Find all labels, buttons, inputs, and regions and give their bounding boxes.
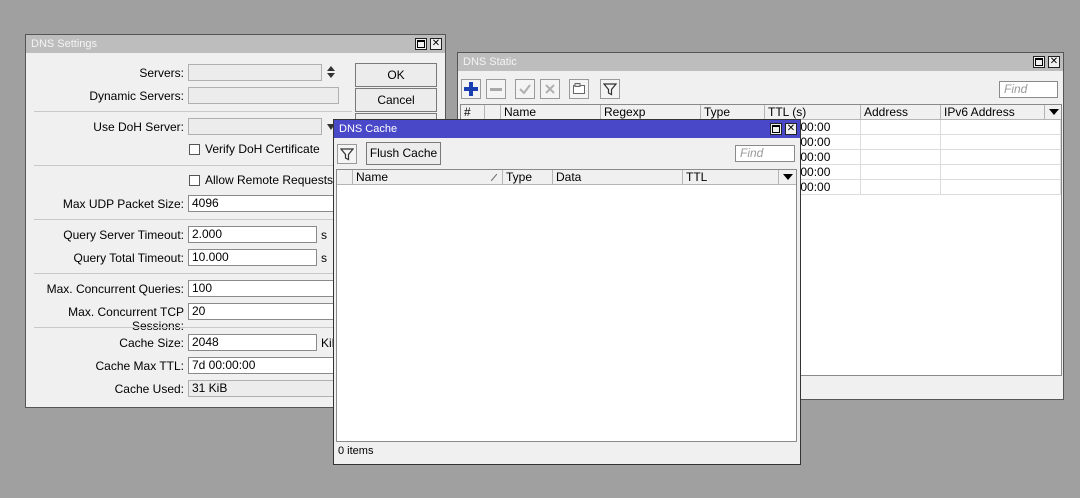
query-total-timeout-unit: s [321, 251, 327, 265]
cache-find-input[interactable]: Find [735, 145, 795, 162]
cache-size-field[interactable]: 2048 [188, 334, 317, 351]
cache-table: Name Type Data TTL [336, 169, 797, 442]
table-row-address[interactable] [861, 150, 941, 165]
cache-size-label: Cache Size: [119, 336, 184, 350]
static-col-ttl[interactable]: TTL (s) [765, 105, 861, 120]
table-row-address[interactable] [861, 165, 941, 180]
note-icon [573, 83, 585, 94]
allow-remote-label: Allow Remote Requests [205, 173, 334, 187]
cache-status: 0 items [338, 445, 374, 457]
static-col-num[interactable]: # [461, 105, 485, 120]
remove-button[interactable] [486, 79, 506, 99]
max-udp-field[interactable]: 4096 [188, 195, 339, 212]
dynamic-servers-label: Dynamic Servers: [89, 89, 184, 103]
dynamic-servers-field [188, 87, 339, 104]
cache-col-ttl[interactable]: TTL [683, 170, 779, 185]
table-row-ipv6[interactable] [941, 150, 1061, 165]
query-server-timeout-unit: s [321, 228, 327, 242]
enable-button[interactable] [515, 79, 535, 99]
servers-field[interactable] [188, 64, 322, 81]
x-icon [545, 84, 555, 94]
maximize-icon[interactable] [415, 38, 427, 50]
cache-used-field: 31 KiB [188, 380, 339, 397]
table-row-ipv6[interactable] [941, 180, 1061, 195]
filter-icon [603, 83, 617, 96]
separator [34, 219, 352, 220]
max-concurrent-queries-field[interactable]: 100 [188, 280, 339, 297]
dns-settings-title: DNS Settings [31, 38, 98, 50]
verify-doh-checkbox[interactable] [189, 144, 200, 155]
max-udp-label: Max UDP Packet Size: [62, 197, 184, 211]
cache-col-name-label: Name [356, 170, 389, 184]
separator [34, 327, 352, 328]
dns-static-title: DNS Static [463, 56, 517, 68]
static-columns-menu[interactable] [1045, 105, 1061, 120]
separator [34, 111, 352, 112]
query-server-timeout-label: Query Server Timeout: [63, 228, 184, 242]
dns-static-titlebar[interactable]: DNS Static ✕ [458, 53, 1063, 71]
close-icon[interactable]: ✕ [430, 38, 442, 50]
doh-server-label: Use DoH Server: [93, 120, 184, 134]
static-col-regexp[interactable]: Regexp [601, 105, 701, 120]
static-col-ipv6[interactable]: IPv6 Address [941, 105, 1045, 120]
sort-icon [491, 174, 497, 181]
maximize-icon[interactable] [1033, 56, 1045, 68]
max-concurrent-queries-label: Max. Concurrent Queries: [46, 282, 184, 296]
cache-max-ttl-field[interactable]: 7d 00:00:00 [188, 357, 339, 374]
servers-label: Servers: [139, 66, 184, 80]
cache-columns-menu[interactable] [779, 170, 796, 185]
flush-cache-button[interactable]: Flush Cache [366, 142, 441, 165]
updown-arrows-icon[interactable] [326, 65, 336, 79]
cache-used-label: Cache Used: [114, 382, 184, 396]
close-icon[interactable]: ✕ [785, 123, 797, 135]
allow-remote-checkbox[interactable] [189, 175, 200, 186]
verify-doh-label: Verify DoH Certificate [205, 142, 320, 156]
static-find-input[interactable]: Find [999, 81, 1058, 98]
cache-max-ttl-label: Cache Max TTL: [95, 359, 184, 373]
check-icon [519, 84, 531, 95]
query-server-timeout-field[interactable]: 2.000 [188, 226, 317, 243]
static-col-type[interactable]: Type [701, 105, 765, 120]
dropdown-arrow-icon [783, 174, 793, 180]
doh-server-field[interactable] [188, 118, 322, 135]
table-row-address[interactable] [861, 135, 941, 150]
dropdown-arrow-icon [1049, 109, 1059, 115]
ok-button[interactable]: OK [355, 63, 437, 87]
dns-cache-titlebar[interactable]: DNS Cache ✕ [334, 120, 800, 138]
separator [34, 165, 352, 166]
cancel-button[interactable]: Cancel [355, 88, 437, 112]
table-row-ipv6[interactable] [941, 165, 1061, 180]
table-row-address[interactable] [861, 180, 941, 195]
close-icon[interactable]: ✕ [1048, 56, 1060, 68]
minus-icon [490, 88, 502, 91]
static-col-address[interactable]: Address [861, 105, 941, 120]
disable-button[interactable] [540, 79, 560, 99]
comment-button[interactable] [569, 79, 589, 99]
dns-cache-window: DNS Cache ✕ Flush Cache Find Name Type D… [333, 119, 801, 465]
table-row-ipv6[interactable] [941, 135, 1061, 150]
cache-col-name[interactable]: Name [353, 170, 503, 185]
filter-button[interactable] [337, 144, 357, 164]
static-col-flag[interactable] [485, 105, 501, 120]
plus-icon [464, 82, 478, 96]
separator [34, 273, 352, 274]
cache-col-flag[interactable] [337, 170, 353, 185]
max-concurrent-tcp-field[interactable]: 20 [188, 303, 339, 320]
dns-settings-titlebar[interactable]: DNS Settings ✕ [26, 35, 445, 53]
max-concurrent-tcp-label: Max. Concurrent TCP Sessions: [68, 305, 184, 333]
maximize-icon[interactable] [770, 123, 782, 135]
filter-button[interactable] [600, 79, 620, 99]
dns-cache-title: DNS Cache [339, 123, 398, 135]
table-row-address[interactable] [861, 120, 941, 135]
cache-col-data[interactable]: Data [553, 170, 683, 185]
table-row-ipv6[interactable] [941, 120, 1061, 135]
static-col-name[interactable]: Name [501, 105, 601, 120]
query-total-timeout-label: Query Total Timeout: [73, 251, 185, 265]
add-button[interactable] [461, 79, 481, 99]
filter-icon [340, 148, 354, 161]
cache-col-type[interactable]: Type [503, 170, 553, 185]
query-total-timeout-field[interactable]: 10.000 [188, 249, 317, 266]
